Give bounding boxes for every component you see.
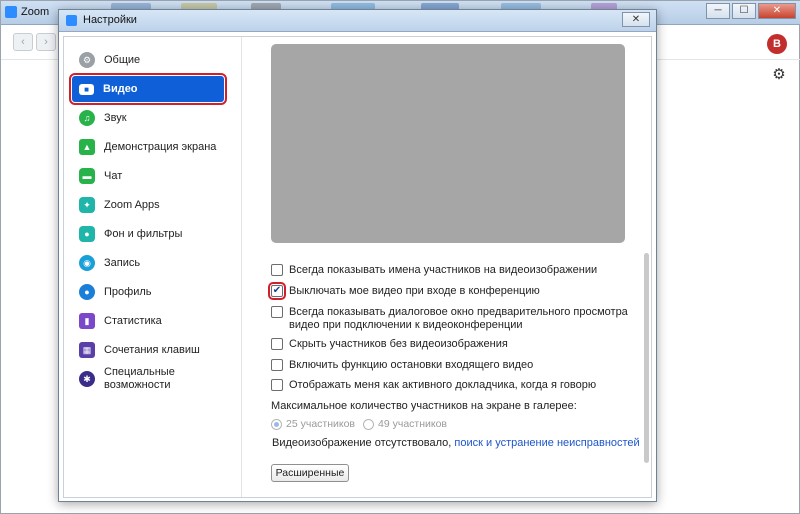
checkbox[interactable] [271,338,283,350]
sidebar-item-label: Zoom Apps [104,199,160,211]
accessibility-icon: ✱ [79,371,95,387]
sidebar-item-label: Звук [104,112,127,124]
sidebar-item-label: Сочетания клавиш [104,344,200,356]
screen-share-icon: ▲ [79,139,95,155]
zoom-app-icon [66,15,77,26]
minimize-button[interactable]: ─ [706,3,730,19]
gear-icon: ⚙ [79,52,95,68]
scrollbar[interactable] [644,253,649,463]
option-show-names[interactable]: Всегда показывать имена участников на ви… [271,264,631,277]
sidebar-item-label: Чат [104,170,123,182]
option-label: Всегда показывать имена участников на ви… [289,264,598,276]
video-preview [271,44,625,243]
option-show-preview-dialog[interactable]: Всегда показывать диалоговое окно предва… [271,306,631,332]
option-hide-non-video[interactable]: Скрыть участников без видеоизображения [271,338,631,351]
keyboard-icon: ▦ [79,342,95,358]
background-filters-icon: ● [79,226,95,242]
sidebar-item-zoom-apps[interactable]: ✦ Zoom Apps [72,192,224,218]
option-stop-incoming-video[interactable]: Включить функцию остановки входящего вид… [271,359,631,372]
sidebar-item-label: Фон и фильтры [104,228,183,240]
sidebar-item-general[interactable]: ⚙ Общие [72,47,224,73]
checkbox[interactable] [271,379,283,391]
advanced-button[interactable]: Расширенные [271,464,349,482]
statistics-icon: ▮ [79,313,95,329]
sidebar-item-screen-share[interactable]: ▲ Демонстрация экрана [72,134,224,160]
sidebar-item-keyboard-shortcuts[interactable]: ▦ Сочетания клавиш [72,337,224,363]
dialog-close-button[interactable]: ✕ [622,12,650,27]
sidebar-item-label: Видео [103,83,138,95]
settings-sidebar: ⚙ Общие ■ Видео ♫ Звук ▲ Демонстрация эк… [64,37,242,497]
sidebar-item-profile[interactable]: ● Профиль [72,279,224,305]
sidebar-item-background-filters[interactable]: ● Фон и фильтры [72,221,224,247]
profile-icon: ● [79,284,95,300]
sidebar-item-label: Общие [104,54,141,66]
checkbox[interactable] [271,306,283,318]
dialog-titlebar: Настройки ✕ [59,10,656,32]
sidebar-item-label: Профиль [104,286,152,298]
main-window-title: Zoom [21,6,50,18]
dialog-title: Настройки [83,14,137,26]
forward-button[interactable]: › [36,33,56,51]
troubleshoot-text: Видеоизображение отсутствовало, [272,437,452,449]
dialog-body: ⚙ Общие ■ Видео ♫ Звук ▲ Демонстрация эк… [63,36,652,498]
troubleshoot-line: Видеоизображение отсутствовало, поиск и … [272,437,640,450]
sidebar-item-label: Специальные возможности [104,366,175,391]
radio-button[interactable] [363,418,374,430]
sidebar-item-accessibility[interactable]: ✱ Специальные возможности [72,363,224,395]
option-label: Выключать мое видео при входе в конферен… [289,285,540,297]
option-turn-off-video-on-join[interactable]: ✔ Выключать мое видео при входе в конфер… [268,282,631,300]
option-label: Отображать меня как активного докладчика… [289,379,597,391]
video-settings-panel: Всегда показывать имена участников на ви… [243,37,651,497]
option-label: Всегда показывать диалоговое окно предва… [289,306,628,331]
option-label: Скрыть участников без видеоизображения [289,338,508,350]
checkbox-checked[interactable]: ✔ [268,282,286,300]
record-icon: ◉ [79,255,95,271]
sidebar-item-statistics[interactable]: ▮ Статистика [72,308,224,334]
sidebar-item-recording[interactable]: ◉ Запись [72,250,224,276]
settings-gear-icon[interactable]: ⚙ [771,67,787,83]
sidebar-item-video[interactable]: ■ Видео [69,73,227,105]
avatar[interactable]: B [767,34,787,54]
option-label: Включить функцию остановки входящего вид… [289,359,534,371]
checkbox[interactable] [271,359,283,371]
apps-icon: ✦ [79,197,95,213]
close-button[interactable]: ✕ [758,3,796,19]
settings-dialog: Настройки ✕ ⚙ Общие ■ Видео ♫ Звук ▲ Дем… [58,9,657,502]
zoom-app-icon [5,6,17,18]
radio-49-participants[interactable]: 49 участников [363,418,447,430]
chat-icon: ▬ [79,168,95,184]
sidebar-item-chat[interactable]: ▬ Чат [72,163,224,189]
video-camera-icon: ■ [79,83,94,95]
checkbox[interactable] [271,264,283,276]
sidebar-item-label: Демонстрация экрана [104,141,217,153]
radio-label: 49 участников [378,418,448,430]
radio-button-selected[interactable] [271,418,282,430]
sidebar-item-label: Запись [104,257,141,269]
maximize-button[interactable]: ☐ [732,3,756,19]
radio-25-participants[interactable]: 25 участников [271,418,355,430]
back-button[interactable]: ‹ [13,33,33,51]
gallery-max-label: Максимальное количество участников на эк… [271,400,577,412]
sidebar-item-label: Статистика [104,315,162,327]
option-spotlight-when-speaking[interactable]: Отображать меня как активного докладчика… [271,379,631,392]
sidebar-item-audio[interactable]: ♫ Звук [72,105,224,131]
radio-label: 25 участников [286,418,356,430]
headphones-icon: ♫ [79,110,95,126]
troubleshoot-link[interactable]: поиск и устранение неисправностей [454,437,639,449]
